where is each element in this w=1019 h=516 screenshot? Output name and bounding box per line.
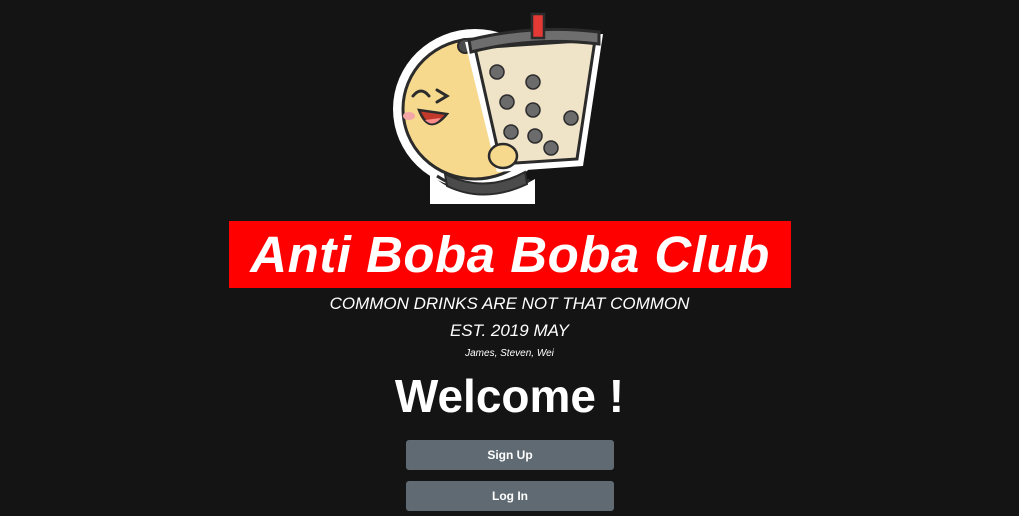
boba-mascot-icon: [393, 12, 603, 204]
club-title: Anti Boba Boba Club: [250, 226, 770, 283]
tagline: COMMON DRINKS ARE NOT THAT COMMON: [329, 294, 690, 313]
club-title-banner: Anti Boba Boba Club: [229, 221, 791, 288]
founders-names: James, Steven, Wei: [465, 348, 554, 359]
established-date: EST. 2019 MAY: [449, 321, 570, 340]
welcome-heading: Welcome !: [394, 370, 625, 422]
log-in-button[interactable]: Log In: [406, 481, 614, 511]
landing-page: Anti Boba Boba Club COMMON DRINKS ARE NO…: [0, 0, 1019, 516]
sign-up-button[interactable]: Sign Up: [406, 440, 614, 470]
